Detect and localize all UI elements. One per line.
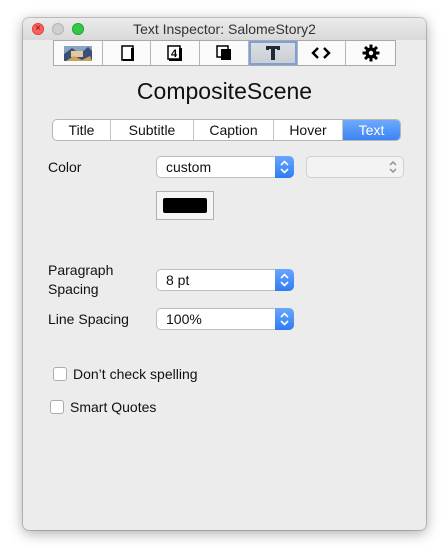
text-t-icon <box>265 46 280 60</box>
overlapping-pages-icon <box>216 45 232 60</box>
page-tab[interactable] <box>102 41 152 65</box>
blank-page-icon <box>120 45 134 61</box>
popup-arrows-icon <box>275 156 294 178</box>
color-popup[interactable]: custom <box>156 156 294 178</box>
gear-icon <box>362 44 380 62</box>
color-well[interactable] <box>156 191 214 220</box>
segment-caption[interactable]: Caption <box>194 120 274 140</box>
text-tab[interactable] <box>248 41 298 65</box>
dont-check-spelling-label[interactable]: Don’t check spelling <box>73 365 198 384</box>
scene-heading: CompositeScene <box>136 78 313 104</box>
layer-tab[interactable] <box>200 41 249 65</box>
color-secondary-popup[interactable] <box>306 156 404 178</box>
number-tab[interactable]: 4 <box>151 41 201 65</box>
smart-quotes-label[interactable]: Smart Quotes <box>70 398 156 417</box>
code-brackets-icon <box>311 47 332 59</box>
segment-subtitle[interactable]: Subtitle <box>111 120 194 140</box>
number-4-icon: 4 <box>167 45 183 61</box>
smart-quotes-checkbox[interactable] <box>50 400 64 414</box>
image-tab[interactable] <box>54 41 103 65</box>
segment-text[interactable]: Text <box>343 120 400 140</box>
text-inspector-window: × Text Inspector: SalomeStory2 4 Composi… <box>23 18 426 530</box>
settings-tab[interactable] <box>346 41 396 65</box>
window-title: Text Inspector: SalomeStory2 <box>133 21 316 37</box>
inspector-toolbar: 4 <box>53 40 396 66</box>
color-label: Color <box>48 159 82 175</box>
text-style-segmented-control: Title Subtitle Caption Hover Text <box>52 119 401 141</box>
segment-title[interactable]: Title <box>53 120 111 140</box>
paragraph-spacing-label-line2: Spacing <box>48 281 99 297</box>
color-swatch <box>163 198 207 213</box>
paragraph-spacing-label: Paragraph Spacing <box>48 261 113 299</box>
line-spacing-value: 100% <box>166 311 202 327</box>
paragraph-spacing-value: 8 pt <box>166 272 190 288</box>
paragraph-spacing-label-line1: Paragraph <box>48 262 114 278</box>
segment-hover[interactable]: Hover <box>274 120 343 140</box>
line-spacing-popup[interactable]: 100% <box>156 308 294 330</box>
svg-text:4: 4 <box>171 48 178 60</box>
line-spacing-label: Line Spacing <box>48 311 129 327</box>
popup-arrows-icon <box>386 157 400 182</box>
title-bar[interactable]: × Text Inspector: SalomeStory2 <box>23 18 426 40</box>
color-popup-value: custom <box>166 159 212 175</box>
popup-arrows-icon <box>275 269 294 291</box>
scene-image-icon <box>63 46 92 61</box>
paragraph-spacing-popup[interactable]: 8 pt <box>156 269 294 291</box>
code-tab[interactable] <box>297 41 347 65</box>
popup-arrows-icon <box>275 308 294 330</box>
dont-check-spelling-checkbox[interactable] <box>53 367 67 381</box>
